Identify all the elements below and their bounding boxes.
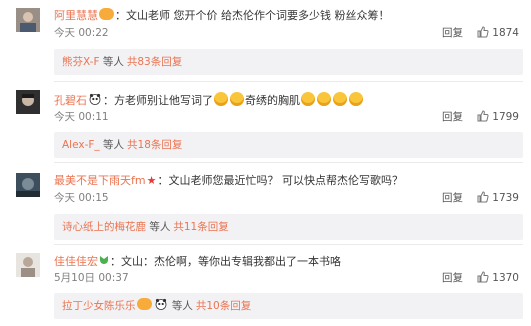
- sub-reply-bar[interactable]: 诗心纸上的梅花鹿 等人 共11条回复: [54, 214, 523, 240]
- thumb-up-icon: [477, 26, 489, 38]
- like-button[interactable]: 1874: [477, 26, 519, 41]
- like-button[interactable]: 1370: [477, 271, 519, 286]
- avatar[interactable]: [16, 253, 40, 277]
- username-link[interactable]: 阿里慧慧: [54, 9, 98, 22]
- emoji-laugh-icon: [214, 92, 228, 106]
- comment-text-2: 奇绣的胸肌: [245, 94, 300, 107]
- sub-reply-count[interactable]: 共18条回复: [127, 139, 182, 151]
- emoji-laugh-icon: [317, 92, 331, 106]
- sub-reply-suffix: 等人: [171, 300, 193, 312]
- comment-time: 今天 00:15: [54, 192, 109, 204]
- comment-time: 今天 00:22: [54, 27, 109, 39]
- comment-text: ：方老师别让他写词了: [103, 94, 213, 107]
- reply-button[interactable]: 回复: [442, 110, 463, 125]
- like-button[interactable]: 1739: [477, 191, 519, 206]
- sub-reply-user[interactable]: 诗心纸上的梅花鹿: [62, 221, 146, 233]
- reply-button[interactable]: 回复: [442, 191, 463, 206]
- sub-reply-bar[interactable]: 拉丁少女陈乐乐 等人 共10条回复: [54, 293, 523, 319]
- like-count: 1874: [492, 27, 519, 39]
- panda-icon: [89, 93, 101, 105]
- thumb-up-icon: [477, 110, 489, 122]
- comment-text: ：文山：杰伦啊，等你出专辑我都出了一本书咯: [110, 255, 341, 268]
- reply-button[interactable]: 回复: [442, 26, 463, 41]
- avatar[interactable]: [16, 8, 40, 32]
- comment-text: ：文山老师您最近忙吗？ 可以快点帮杰伦写歌吗？: [157, 174, 403, 187]
- emoji-laugh-icon: [349, 92, 363, 106]
- sub-reply-user[interactable]: Alex-F_: [62, 139, 100, 151]
- like-button[interactable]: 1799: [477, 110, 519, 125]
- star-badge-icon: ★: [146, 174, 157, 187]
- comment-item: 最美不是下雨天fm★：文山老师您最近忙吗？ 可以快点帮杰伦写歌吗？ 今天 00:…: [0, 163, 531, 245]
- sub-reply-user[interactable]: 熊芬X-F: [62, 56, 100, 68]
- like-count: 1370: [492, 272, 519, 284]
- panda-icon: [155, 294, 167, 310]
- username-link[interactable]: 最美不是下雨天fm: [54, 174, 146, 187]
- sub-reply-count[interactable]: 共11条回复: [173, 221, 228, 233]
- sub-reply-suffix: 等人: [103, 139, 125, 151]
- sub-reply-count[interactable]: 共83条回复: [127, 56, 182, 68]
- comment-list: 阿里慧慧 ：文山老师 您开个价 给杰伦作个词要多少钱 粉丝众筹！ 今天 00:22…: [0, 0, 531, 326]
- thumb-up-icon: [477, 191, 489, 203]
- thumb-up-icon: [477, 271, 489, 283]
- username-link[interactable]: 孔碧石: [54, 94, 87, 107]
- sub-reply-user[interactable]: 拉丁少女陈乐乐: [62, 300, 136, 312]
- sub-reply-suffix: 等人: [102, 56, 124, 68]
- avatar[interactable]: [16, 173, 40, 197]
- vip-badge-icon: [99, 8, 114, 20]
- comment-item: 孔碧石 ：方老师别让他写词了 奇绣的胸肌 今天 00:11 回复 1799 Alex…: [0, 82, 531, 163]
- comment-item: 阿里慧慧 ：文山老师 您开个价 给杰伦作个词要多少钱 粉丝众筹！ 今天 00:22…: [0, 0, 531, 82]
- reply-button[interactable]: 回复: [442, 271, 463, 286]
- sub-reply-count[interactable]: 共10条回复: [196, 300, 251, 312]
- sub-reply-bar[interactable]: 熊芬X-F 等人 共83条回复: [54, 49, 523, 75]
- emoji-laugh-icon: [230, 92, 244, 106]
- emoji-laugh-icon: [333, 92, 347, 106]
- sub-reply-bar[interactable]: Alex-F_ 等人 共18条回复: [54, 132, 523, 158]
- avatar[interactable]: [16, 90, 40, 114]
- comment-time: 5月10日 00:37: [54, 272, 129, 284]
- green-badge-icon: [98, 254, 110, 266]
- comment-item: 佳佳佳宏 ：文山：杰伦啊，等你出专辑我都出了一本书咯 5月10日 00:37 回复…: [0, 245, 531, 326]
- like-count: 1739: [492, 192, 519, 204]
- emoji-laugh-icon: [301, 92, 315, 106]
- username-link[interactable]: 佳佳佳宏: [54, 255, 98, 268]
- comment-text: ：文山老师 您开个价 给杰伦作个词要多少钱 粉丝众筹！: [115, 9, 390, 22]
- vip-badge-icon: [136, 298, 152, 310]
- sub-reply-suffix: 等人: [149, 221, 171, 233]
- like-count: 1799: [492, 111, 519, 123]
- comment-time: 今天 00:11: [54, 111, 109, 123]
